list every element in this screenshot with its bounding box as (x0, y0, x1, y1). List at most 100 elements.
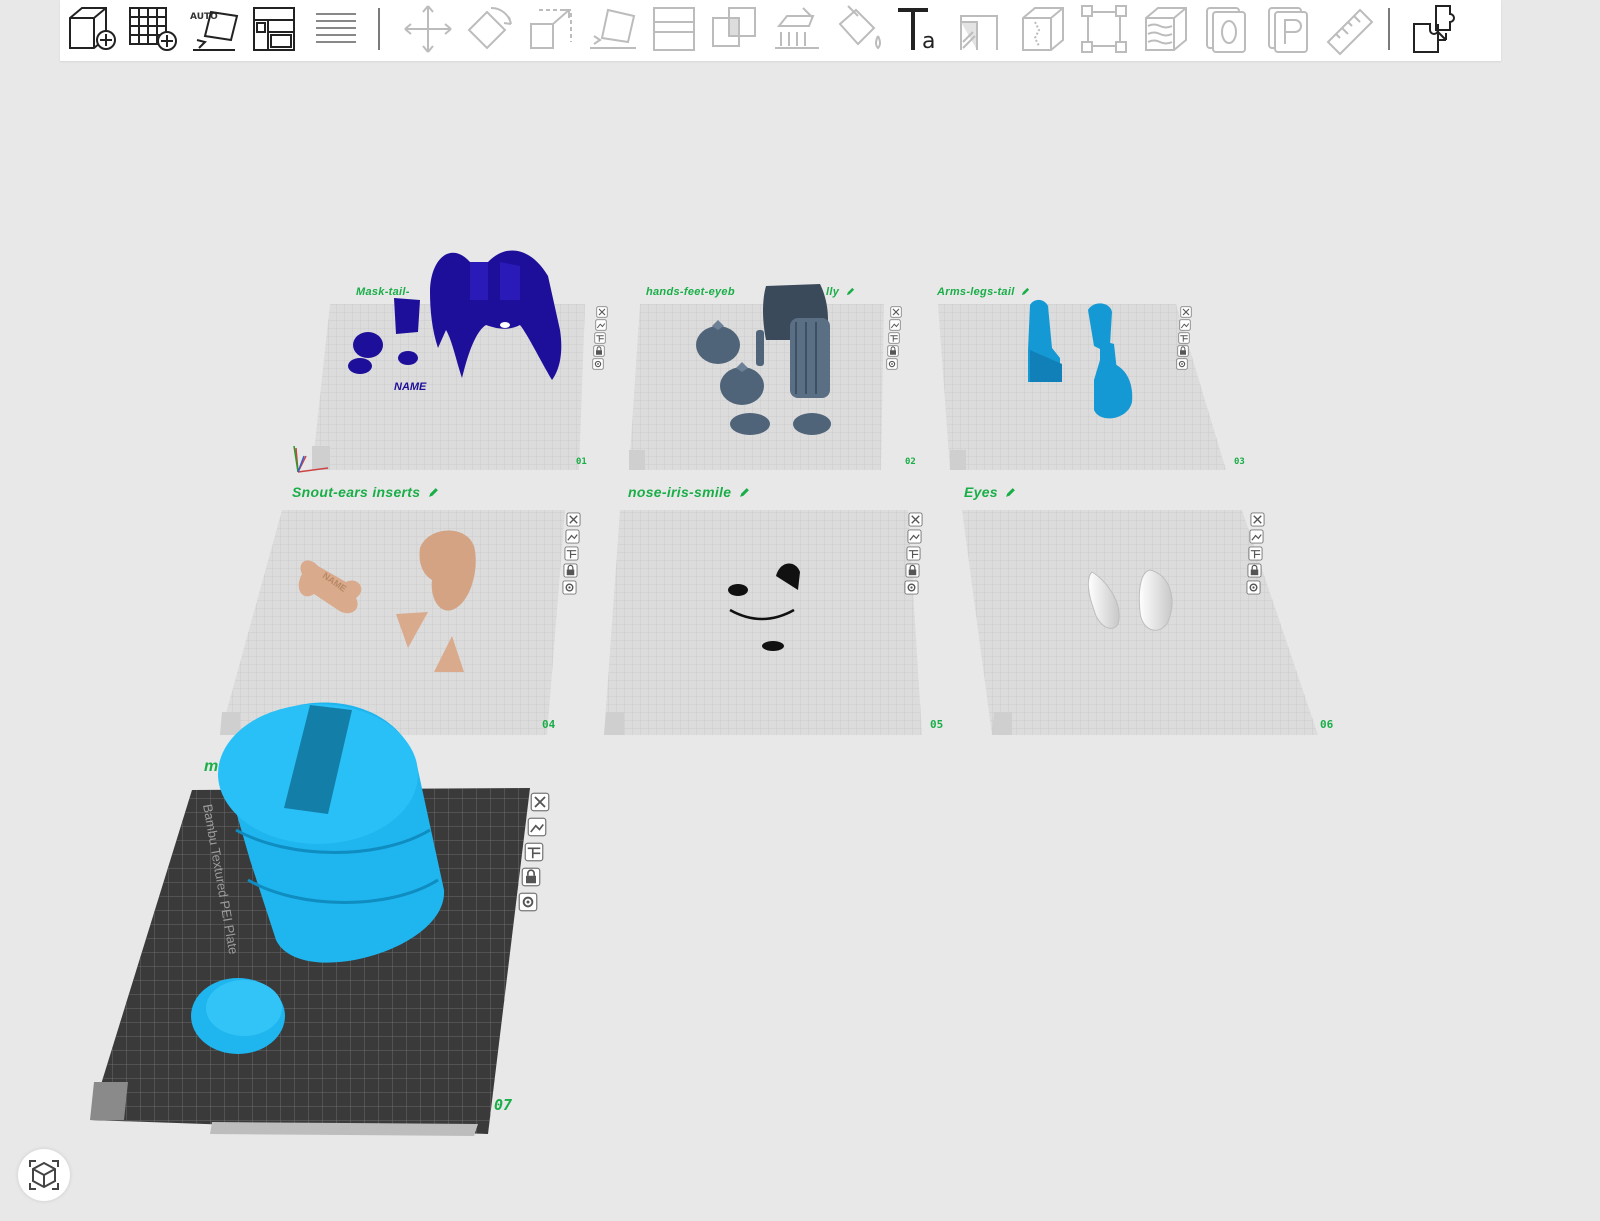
edit-pencil-icon[interactable] (1021, 287, 1030, 299)
lock-icon (521, 867, 541, 887)
plate-settings-button[interactable] (592, 358, 604, 370)
plate-thumbnail-button[interactable] (1249, 529, 1264, 544)
plate-bed-05[interactable] (604, 510, 922, 735)
plate-label-04[interactable]: Snout-ears inserts (292, 484, 439, 501)
plate-thumbnail-button[interactable] (1179, 319, 1191, 331)
plate-settings-button[interactable] (886, 358, 898, 370)
plate-lock-button[interactable] (1177, 345, 1189, 357)
viewport-scene: NAME NAME Bambu Textured PEI Plate (90, 250, 1318, 1136)
plate-label-05[interactable]: nose-iris-smile (628, 484, 750, 501)
plate-label-03[interactable]: Arms-legs-tail (937, 286, 1030, 299)
arrange-icon (1248, 546, 1263, 561)
gear-icon (518, 892, 538, 912)
plate-label-text: Mask-tail- (356, 286, 410, 298)
plate-label-06[interactable]: Eyes (964, 484, 1016, 501)
plate-number-02: 02 (905, 457, 916, 467)
plate-settings-button[interactable] (1246, 580, 1261, 595)
plate-settings-button[interactable] (904, 580, 919, 595)
image-icon (1249, 529, 1264, 544)
plate-close-button[interactable] (1180, 306, 1192, 318)
edit-pencil-icon[interactable] (846, 287, 855, 299)
image-icon (595, 319, 607, 331)
plate-close-button[interactable] (596, 306, 608, 318)
edit-pencil-icon[interactable] (1005, 485, 1016, 501)
plate-close-button[interactable] (908, 512, 923, 527)
plate-thumbnail-button[interactable] (527, 817, 547, 837)
plate-label-text: Snout-ears inserts (292, 484, 421, 500)
plate-close-button[interactable] (530, 792, 550, 812)
plate-arrange-button[interactable] (594, 332, 606, 344)
plate-thumbnail-button[interactable] (565, 529, 580, 544)
plate-label-text: Arms-legs-tail (937, 286, 1015, 298)
plate-label-02[interactable]: hands-feet-eyeb (646, 286, 735, 298)
plate-label-text: lly (826, 286, 840, 298)
plate-close-button[interactable] (890, 306, 902, 318)
lock-icon (1177, 345, 1189, 357)
image-icon (1179, 319, 1191, 331)
plate-arrange-button[interactable] (906, 546, 921, 561)
arrange-icon (524, 842, 544, 862)
close-icon (596, 306, 608, 318)
plate-arrange-button[interactable] (888, 332, 900, 344)
lock-icon (887, 345, 899, 357)
view-cube-icon (29, 1160, 59, 1190)
plate-lock-button[interactable] (1247, 563, 1262, 578)
close-icon (530, 792, 550, 812)
plate-lock-button[interactable] (521, 867, 541, 887)
gear-icon (562, 580, 577, 595)
plate-lock-button[interactable] (563, 563, 578, 578)
plate-number-04: 04 (542, 718, 556, 731)
plate-close-button[interactable] (566, 512, 581, 527)
plate-label-text: hands-feet-eyeb (646, 286, 735, 298)
arrange-icon (564, 546, 579, 561)
plate-close-button[interactable] (1250, 512, 1265, 527)
close-icon (908, 512, 923, 527)
plate-label-07[interactable]: m (204, 758, 219, 776)
plate-label-text: nose-iris-smile (628, 484, 732, 500)
arrange-icon (594, 332, 606, 344)
belly-disk-model[interactable] (191, 978, 285, 1054)
plate-settings-button[interactable] (518, 892, 538, 912)
arrange-icon (888, 332, 900, 344)
close-icon (890, 306, 902, 318)
gear-icon (1176, 358, 1188, 370)
gear-icon (886, 358, 898, 370)
plate-arrange-button[interactable] (564, 546, 579, 561)
plate-thumbnail-button[interactable] (907, 529, 922, 544)
gear-icon (1246, 580, 1261, 595)
image-icon (907, 529, 922, 544)
plate-settings-button[interactable] (562, 580, 577, 595)
plate-thumbnail-button[interactable] (595, 319, 607, 331)
gear-icon (904, 580, 919, 595)
edit-pencil-icon[interactable] (739, 485, 750, 501)
plate-number-01: 01 (576, 457, 587, 467)
plate-lock-button[interactable] (887, 345, 899, 357)
plate-label-01[interactable]: Mask-tail- (356, 286, 410, 298)
arrange-icon (906, 546, 921, 561)
plate-settings-button[interactable] (1176, 358, 1188, 370)
lock-icon (593, 345, 605, 357)
plate-bed-06[interactable] (962, 510, 1318, 735)
plate-lock-button[interactable] (905, 563, 920, 578)
plate-number-05: 05 (930, 718, 944, 731)
arrange-icon (1178, 332, 1190, 344)
plate-number-06: 06 (1320, 718, 1334, 731)
edit-pencil-icon[interactable] (428, 485, 439, 501)
plate-number-03: 03 (1234, 457, 1245, 467)
plate-label-02-tail[interactable]: lly (826, 286, 855, 299)
plate-thumbnail-button[interactable] (889, 319, 901, 331)
plate-arrange-button[interactable] (1248, 546, 1263, 561)
plate-label-text: Eyes (964, 484, 998, 500)
plate-lock-button[interactable] (593, 345, 605, 357)
image-icon (565, 529, 580, 544)
plate-number-07: 07 (494, 1096, 513, 1114)
image-icon (527, 817, 547, 837)
plate-bed-04[interactable] (220, 510, 565, 735)
plate-arrange-button[interactable] (1178, 332, 1190, 344)
close-icon (566, 512, 581, 527)
plate-arrange-button[interactable] (524, 842, 544, 862)
view-orientation-button[interactable] (18, 1149, 70, 1201)
lock-icon (905, 563, 920, 578)
close-icon (1180, 306, 1192, 318)
image-icon (889, 319, 901, 331)
